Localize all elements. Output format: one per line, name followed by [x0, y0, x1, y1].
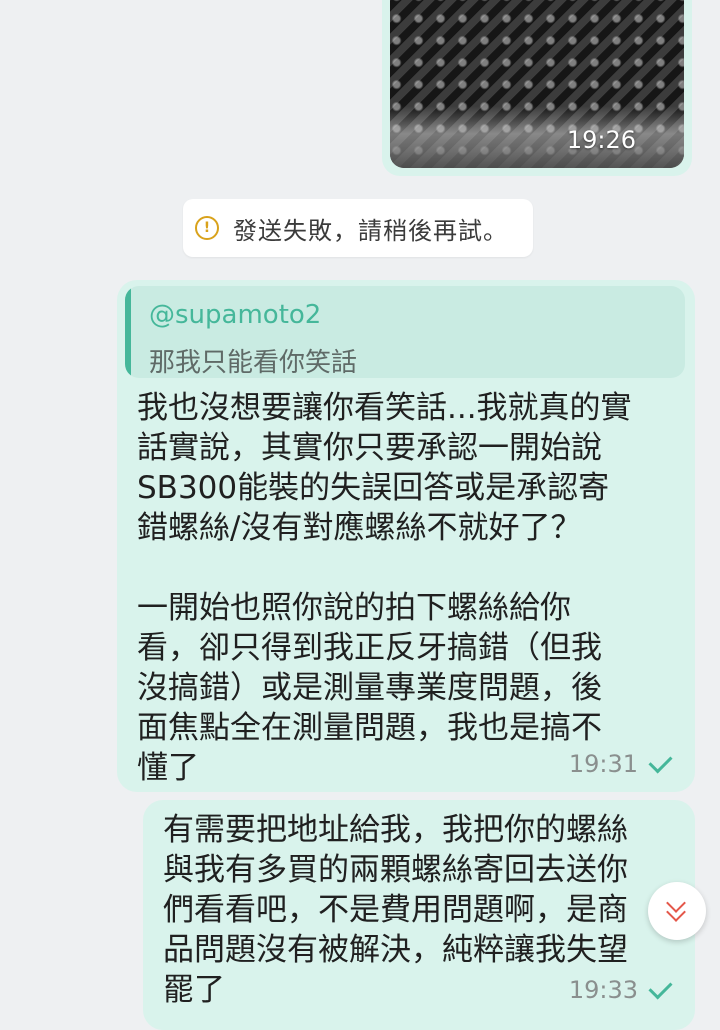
- reply-quote[interactable]: @supamoto2 那我只能看你笑話: [125, 286, 685, 378]
- message-text: 我也沒想要讓你看笑話...我就真的實 話實說，其實你只要承認一開始說 SB300…: [137, 390, 632, 786]
- warning-circle-icon: !: [195, 216, 219, 240]
- checkmark-icon: [648, 974, 673, 1000]
- message-bubble[interactable]: @supamoto2 那我只能看你笑話 我也沒想要讓你看笑話...我就真的實 話…: [117, 280, 695, 792]
- photo-message-bubble[interactable]: 19:26: [382, 0, 692, 176]
- checkmark-icon: [648, 748, 673, 774]
- send-failed-notice: ! 發送失敗，請稍後再試。: [183, 199, 533, 257]
- message-timestamp: 19:33: [568, 976, 638, 1004]
- message-bubble[interactable]: 有需要把地址給我，我把你的螺絲 與我有多買的兩顆螺絲寄回去送你 們看看吧，不是費…: [143, 800, 695, 1030]
- photo-timestamp: 19:26: [566, 126, 636, 154]
- scroll-to-bottom-button[interactable]: [648, 882, 706, 940]
- message-timestamp: 19:31: [568, 750, 638, 778]
- sent-photo[interactable]: 19:26: [390, 0, 684, 168]
- quote-accent-bar: [125, 286, 131, 378]
- photo-highlight: [390, 106, 684, 168]
- send-failed-text: 發送失敗，請稍後再試。: [233, 216, 508, 245]
- quote-username: @supamoto2: [149, 300, 322, 330]
- message-meta: 19:31: [568, 748, 673, 778]
- message-meta: 19:33: [568, 974, 673, 1004]
- quote-text: 那我只能看你笑話: [149, 348, 358, 378]
